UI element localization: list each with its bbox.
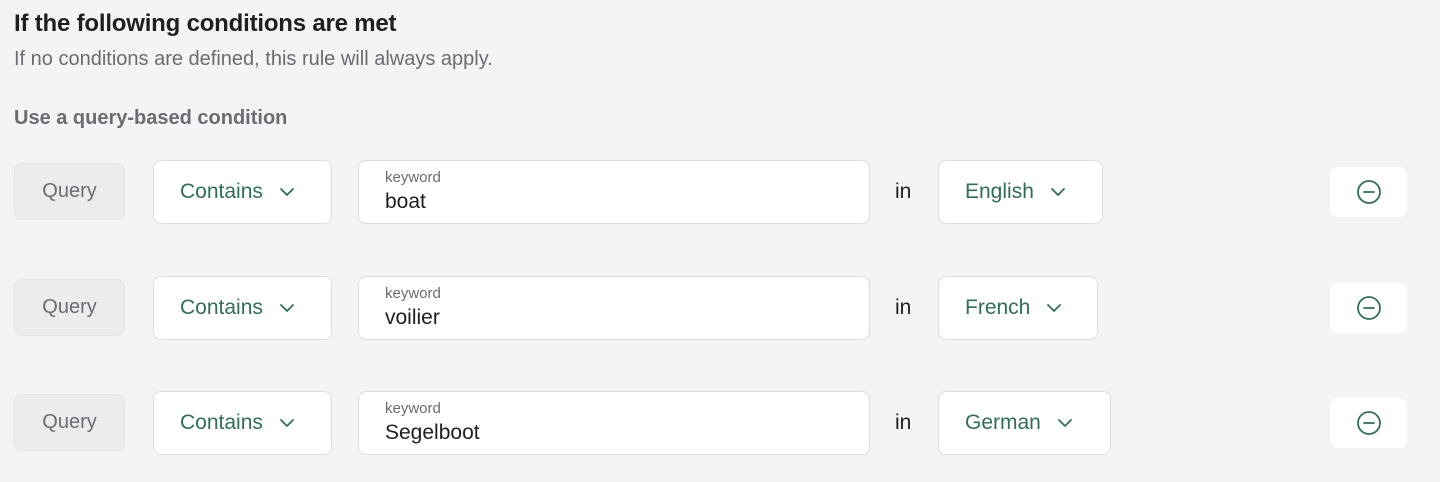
operator-value: Contains bbox=[180, 411, 263, 434]
language-dropdown[interactable]: German bbox=[938, 391, 1111, 455]
in-label: in bbox=[895, 180, 912, 203]
minus-circle-icon bbox=[1356, 180, 1381, 204]
keyword-label: keyword bbox=[385, 169, 441, 186]
minus-circle-icon bbox=[1356, 296, 1381, 320]
keyword-field[interactable]: keyword voilier bbox=[358, 276, 870, 340]
condition-type-pill: Query bbox=[14, 279, 125, 336]
keyword-value: Segelboot bbox=[385, 421, 480, 444]
in-label: in bbox=[895, 411, 912, 434]
keyword-field[interactable]: keyword Segelboot bbox=[358, 391, 870, 455]
language-value: German bbox=[965, 411, 1041, 434]
operator-value: Contains bbox=[180, 180, 263, 203]
chevron-down-icon bbox=[279, 188, 294, 196]
operator-dropdown[interactable]: Contains bbox=[153, 391, 332, 455]
page-title: If the following conditions are met bbox=[14, 10, 397, 37]
chevron-down-icon bbox=[279, 419, 294, 427]
operator-dropdown[interactable]: Contains bbox=[153, 276, 332, 340]
condition-row: Query Contains keyword boat in English bbox=[0, 160, 1440, 224]
in-label: in bbox=[895, 296, 912, 319]
keyword-value: voilier bbox=[385, 306, 440, 329]
condition-type-pill: Query bbox=[14, 394, 125, 451]
language-value: French bbox=[965, 296, 1031, 319]
language-value: English bbox=[965, 180, 1034, 203]
remove-condition-button[interactable] bbox=[1330, 283, 1407, 333]
condition-type-pill: Query bbox=[14, 163, 125, 220]
keyword-field[interactable]: keyword boat bbox=[358, 160, 870, 224]
keyword-label: keyword bbox=[385, 285, 441, 302]
language-dropdown[interactable]: French bbox=[938, 276, 1098, 340]
condition-row: Query Contains keyword Segelboot in Germ… bbox=[0, 391, 1440, 455]
minus-circle-icon bbox=[1356, 411, 1381, 435]
chevron-down-icon bbox=[1050, 188, 1065, 196]
operator-value: Contains bbox=[180, 296, 263, 319]
chevron-down-icon bbox=[279, 304, 294, 312]
remove-condition-button[interactable] bbox=[1330, 167, 1407, 217]
language-dropdown[interactable]: English bbox=[938, 160, 1103, 224]
condition-row: Query Contains keyword voilier in French bbox=[0, 276, 1440, 340]
chevron-down-icon bbox=[1047, 304, 1062, 312]
remove-condition-button[interactable] bbox=[1330, 398, 1407, 448]
keyword-label: keyword bbox=[385, 400, 441, 417]
keyword-value: boat bbox=[385, 190, 426, 213]
page-subtitle: If no conditions are defined, this rule … bbox=[14, 48, 493, 70]
chevron-down-icon bbox=[1057, 419, 1072, 427]
operator-dropdown[interactable]: Contains bbox=[153, 160, 332, 224]
section-label: Use a query-based condition bbox=[14, 107, 288, 129]
